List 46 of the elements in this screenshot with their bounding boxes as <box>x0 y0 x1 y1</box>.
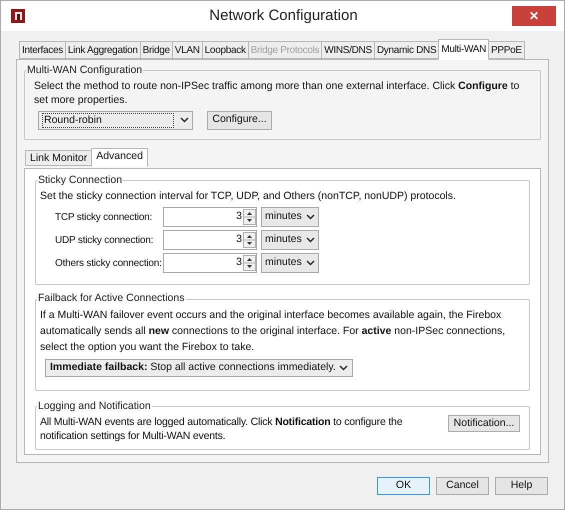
configure-button[interactable]: Configure... <box>207 110 272 130</box>
tab[interactable]: Bridge <box>140 41 173 59</box>
unit-dropdown[interactable]: minutes <box>261 253 319 274</box>
tab[interactable]: Multi-WAN <box>438 39 490 60</box>
tab[interactable]: Interfaces <box>19 41 66 59</box>
app-icon <box>11 9 25 23</box>
group-title: Logging and Notification <box>37 399 152 414</box>
failback-dropdown[interactable]: Immediate failback: Stop all active connections immediately. <box>45 359 353 377</box>
tab[interactable]: Link Monitor <box>25 150 92 166</box>
chevron-down-icon <box>306 237 315 244</box>
window-title: Network Configuration <box>208 6 359 26</box>
number-field[interactable]: 3 <box>163 230 257 250</box>
description-text: All Multi-WAN events are logged automatically. Click Notification to configure the notification settings for Multi-WAN events. <box>40 414 404 443</box>
group-title: Multi-WAN Configuration <box>26 63 144 78</box>
chevron-down-icon <box>306 214 315 220</box>
unit-dropdown[interactable]: minutes <box>261 230 319 250</box>
dialog-button[interactable]: OK <box>377 477 430 495</box>
dialog-button[interactable]: Cancel <box>436 477 489 495</box>
field-label: Others sticky connection: <box>55 256 163 271</box>
notification-button[interactable]: Notification... <box>448 414 520 432</box>
group-title: Sticky Connection <box>37 172 124 188</box>
description-text: Select the method to route non-IPSec traffic among more than one external interface. Click Configure to set more properties. <box>34 78 520 107</box>
spinner-icon[interactable] <box>243 232 256 248</box>
tab[interactable]: VLAN <box>172 41 203 59</box>
tab[interactable]: Loopback <box>202 41 249 59</box>
close-button[interactable]: ✕ <box>512 6 556 26</box>
chevron-down-icon <box>180 117 189 124</box>
tab[interactable]: Link Aggregation <box>64 41 141 59</box>
field-label: UDP sticky connection: <box>55 234 154 248</box>
dialog-button[interactable]: Help <box>495 477 548 495</box>
group-title: Failback for Active Connections <box>37 291 186 306</box>
tab[interactable]: WINS/DNS <box>321 41 375 59</box>
number-field[interactable]: 3 <box>163 207 257 228</box>
field-label: TCP sticky connection: <box>55 210 154 225</box>
chevron-down-icon <box>339 365 348 371</box>
tab[interactable]: Dynamic DNS <box>374 41 440 59</box>
number-field[interactable]: 3 <box>163 253 257 274</box>
description-text: Set the sticky connection interval for TCP, UDP, and Others (nonTCP, nonUDP) protocols. <box>40 188 457 204</box>
spinner-icon[interactable] <box>243 209 256 226</box>
chevron-down-icon <box>306 260 315 266</box>
tab[interactable]: PPPoE <box>488 41 525 59</box>
tab[interactable]: Advanced <box>91 148 148 167</box>
unit-dropdown[interactable]: minutes <box>261 207 319 228</box>
method-dropdown[interactable]: Round-robin <box>38 110 193 130</box>
description-text: If a Multi-WAN failover event occurs and the original interface becomes available again, the Firebox automatically sends all new connections to the original interface. For active non-IPSec connections, select the option you want the Firebox to take. <box>40 308 506 355</box>
spinner-icon[interactable] <box>243 255 256 272</box>
